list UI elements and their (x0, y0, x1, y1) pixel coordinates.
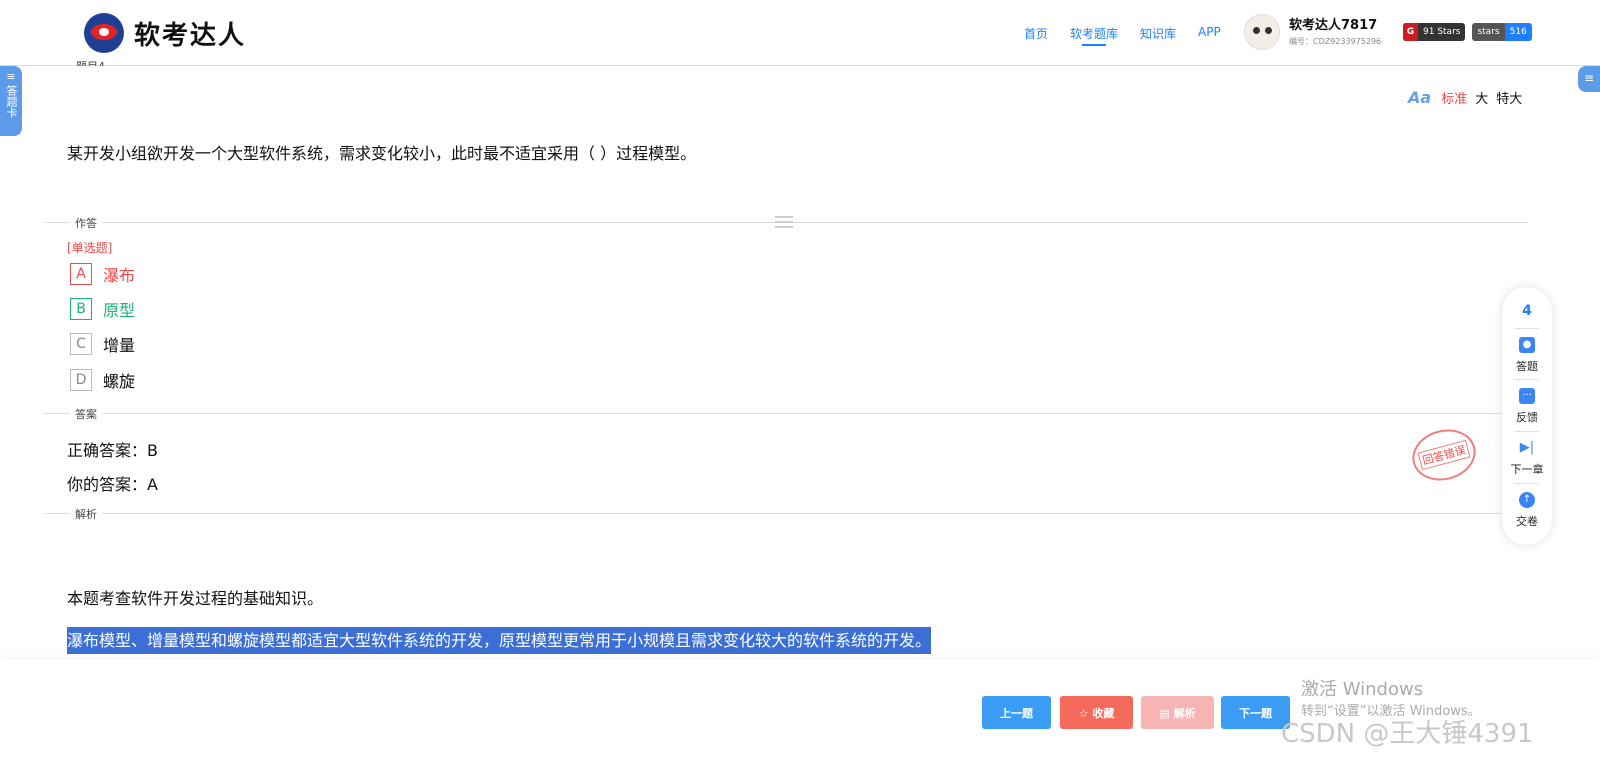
answer-card-label: 答题卡 (5, 85, 18, 118)
site-logo[interactable]: 软考达人 (84, 13, 246, 53)
toolbar-feedback-label: 反馈 (1516, 411, 1538, 424)
option-c-text: 增量 (103, 336, 136, 355)
divider (1515, 483, 1539, 484)
option-c[interactable]: C 增量 (70, 332, 135, 356)
logo-text: 软考达人 (134, 20, 247, 51)
option-a-key: A (70, 263, 92, 285)
upload-arrow-icon: ↑ (1519, 492, 1535, 508)
user-name: 软考达人7817 (1289, 18, 1378, 33)
divider (1515, 379, 1539, 380)
toolbar-answer[interactable]: ● 答题 (1502, 337, 1552, 374)
avatar[interactable] (1244, 14, 1280, 50)
answer-section-label: 作答 (70, 215, 102, 231)
right-menu-tab[interactable]: ≡ (1578, 66, 1600, 92)
nav-home[interactable]: 首页 (1024, 25, 1048, 42)
font-size-switch: Aa 标准 大 特大 (1408, 88, 1530, 107)
gitee-stars-badge[interactable]: G 91 Stars (1403, 23, 1466, 41)
toolbar-submit[interactable]: ↑ 交卷 (1502, 492, 1552, 529)
answer-icon: ● (1519, 337, 1535, 353)
question-type: [单选题] (67, 241, 113, 255)
font-size-large[interactable]: 大 (1475, 88, 1488, 107)
analysis-section-label: 解析 (70, 506, 102, 522)
toolbar-feedback[interactable]: ··· 反馈 (1502, 388, 1552, 425)
toolbar-answer-label: 答题 (1516, 360, 1538, 373)
font-size-standard[interactable]: 标准 (1441, 88, 1467, 107)
floating-toolbar: 4 ● 答题 ··· 反馈 ▶| 下一章 ↑ 交卷 (1502, 287, 1552, 545)
question-text: 某开发小组欲开发一个大型软件系统，需求变化较小，此时最不适宜采用（ ）过程模型。 (67, 144, 697, 163)
nav-knowledge-base[interactable]: 知识库 (1140, 25, 1176, 42)
toolbar-submit-label: 交卷 (1516, 515, 1538, 528)
user-id: 编号：CDZ9233975296 (1289, 37, 1382, 46)
github-stars-badge[interactable]: stars 516 (1472, 23, 1532, 41)
option-b-text: 原型 (103, 301, 136, 320)
windows-activation-title: 激活 Windows (1301, 679, 1424, 700)
option-d-key: D (70, 369, 92, 391)
csdn-watermark: CSDN @王大锤4391 (1281, 719, 1534, 749)
divider (44, 413, 1528, 414)
divider (44, 513, 1528, 514)
analysis-line-1: 本题考查软件开发过程的基础知识。 (67, 589, 324, 608)
user-profile[interactable]: 软考达人7817 编号：CDZ9233975296 (1244, 14, 1381, 50)
stamp-text: 回答错误 (1417, 439, 1471, 471)
next-question-button[interactable]: 下一题 (1221, 696, 1290, 729)
option-a-text: 瀑布 (103, 266, 136, 285)
question-count: 4 (1522, 303, 1532, 319)
drag-handle-icon[interactable] (775, 216, 793, 228)
main-nav: 首页 软考题库 知识库 APP (1024, 25, 1243, 46)
divider (1515, 328, 1539, 329)
selected-text: 瀑布模型、增量模型和螺旋模型都适宜大型软件系统的开发，原型模型更常用于小规模且需… (67, 627, 932, 654)
menu-icon: ≡ (1583, 71, 1595, 85)
your-answer: 你的答案：A (67, 475, 158, 494)
nav-app[interactable]: APP (1198, 25, 1221, 42)
question-number-label: 题目4 (76, 58, 105, 66)
option-b-key: B (70, 298, 92, 320)
prev-question-button[interactable]: 上一题 (982, 696, 1051, 729)
toolbar-next-chapter[interactable]: ▶| 下一章 (1502, 440, 1552, 477)
toolbar-next-chapter-label: 下一章 (1510, 463, 1544, 476)
gitee-icon: G (1403, 23, 1418, 41)
top-header: 软考达人 首页 软考题库 知识库 APP 软考达人7817 编号：CDZ9233… (0, 0, 1600, 66)
answer-card-tab[interactable]: ≡ 答题卡 (0, 66, 22, 136)
skip-next-icon: ▶| (1519, 440, 1535, 455)
gitee-stars-text: 91 Stars (1423, 27, 1461, 37)
menu-icon: ≡ (6, 70, 16, 83)
result-section-label: 答案 (70, 406, 102, 422)
option-b[interactable]: B 原型 (70, 297, 135, 321)
repo-badges: G 91 Stars stars 516 (1403, 23, 1539, 41)
option-d-text: 螺旋 (103, 372, 136, 391)
feedback-icon: ··· (1519, 388, 1535, 404)
nav-question-bank[interactable]: 软考题库 (1070, 25, 1118, 46)
github-stars-count: 516 (1504, 23, 1532, 41)
font-size-xlarge[interactable]: 特大 (1496, 88, 1522, 107)
option-c-key: C (70, 333, 92, 355)
analysis-button[interactable]: ▤ 解析 (1141, 696, 1214, 729)
option-d[interactable]: D 螺旋 (70, 368, 135, 392)
divider (1515, 431, 1539, 432)
logo-eye-icon (84, 13, 124, 53)
option-a[interactable]: A 瀑布 (70, 262, 135, 286)
wrong-answer-stamp: 回答错误 (1406, 422, 1482, 488)
analysis-line-2: 瀑布模型、增量模型和螺旋模型都适宜大型软件系统的开发，原型模型更常用于小规模且需… (67, 627, 932, 654)
user-info: 软考达人7817 编号：CDZ9233975296 (1289, 14, 1381, 50)
favorite-button[interactable]: ☆ 收藏 (1060, 696, 1133, 729)
github-stars-label: stars (1472, 23, 1505, 41)
font-size-icon: Aa (1408, 88, 1432, 107)
correct-answer: 正确答案：B (67, 441, 158, 460)
